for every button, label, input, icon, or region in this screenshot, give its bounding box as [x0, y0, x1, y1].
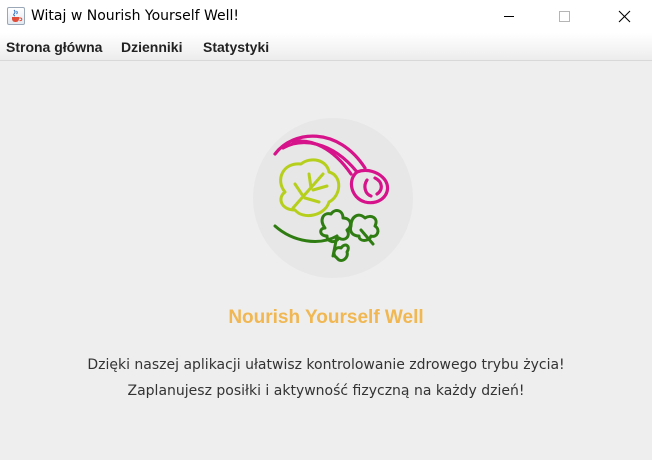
- menu-dzienniki[interactable]: Dzienniki: [121, 39, 182, 55]
- menu-strona-glowna[interactable]: Strona główna: [6, 39, 102, 55]
- minimize-icon: [504, 16, 514, 17]
- title-bar: Witaj w Nourish Yourself Well!: [0, 0, 652, 33]
- menu-bar: Strona główna Dzienniki Statystyki: [0, 33, 652, 61]
- description-line-1: Dzięki naszej aplikacji ułatwisz kontrol…: [87, 357, 565, 373]
- close-icon: [618, 10, 631, 23]
- menu-statystyki[interactable]: Statystyki: [203, 39, 269, 55]
- maximize-icon: [559, 11, 570, 22]
- java-cup-icon[interactable]: [7, 7, 25, 25]
- close-button[interactable]: [600, 0, 646, 33]
- description-line-2: Zaplanujesz posiłki i aktywność fizyczną…: [127, 383, 525, 399]
- app-window: Witaj w Nourish Yourself Well! Strona gł…: [0, 0, 652, 460]
- window-title: Witaj w Nourish Yourself Well!: [31, 8, 239, 24]
- vegetables-logo-icon: [273, 134, 390, 262]
- app-logo: [253, 118, 413, 278]
- minimize-button[interactable]: [486, 0, 532, 33]
- maximize-button[interactable]: [541, 0, 587, 33]
- app-heading: Nourish Yourself Well: [228, 307, 424, 328]
